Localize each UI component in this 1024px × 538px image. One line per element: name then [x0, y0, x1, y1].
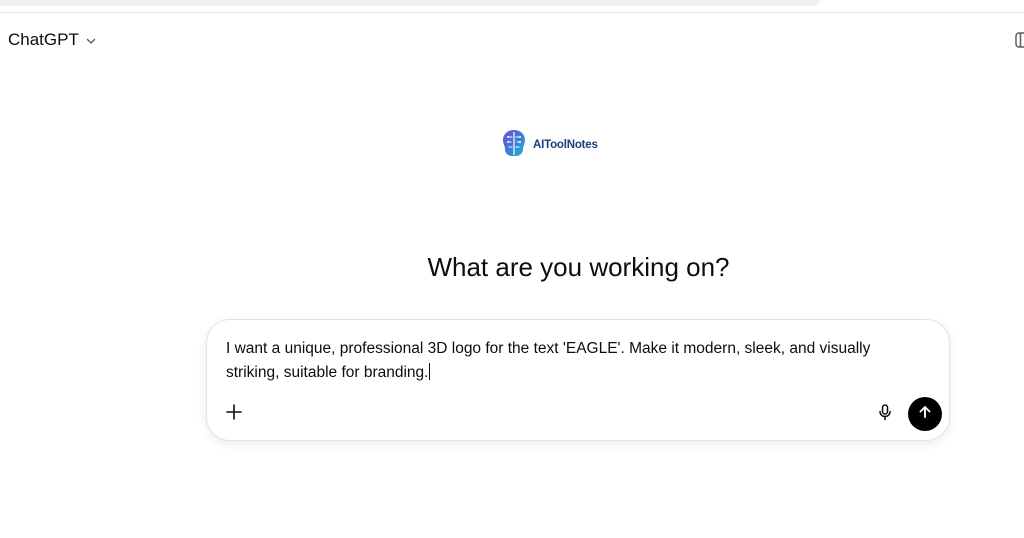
prompt-input[interactable]: I want a unique, professional 3D logo fo… — [226, 337, 916, 385]
microphone-icon — [876, 403, 894, 426]
page-heading: What are you working on? — [427, 252, 730, 282]
arrow-up-icon — [917, 404, 933, 425]
voice-input-button[interactable] — [874, 403, 896, 425]
prompt-composer: I want a unique, professional 3D logo fo… — [206, 319, 950, 441]
brain-icon — [499, 127, 529, 164]
text-caret — [429, 363, 431, 380]
model-name: ChatGPT — [8, 30, 79, 49]
address-bar[interactable] — [0, 0, 820, 6]
model-selector[interactable]: ChatGPT — [8, 29, 97, 51]
logo-text: AIToolNotes — [533, 139, 598, 151]
plus-icon — [225, 403, 243, 426]
add-attachment-button[interactable] — [223, 403, 245, 425]
sidebar-toggle-icon[interactable] — [1014, 31, 1024, 49]
chat-page: ChatGPT AIToolNotes What are you working… — [0, 0, 1024, 538]
watermark-logo: AIToolNotes — [499, 128, 598, 162]
prompt-text: I want a unique, professional 3D logo fo… — [226, 340, 871, 381]
send-button[interactable] — [908, 397, 942, 431]
chevron-down-icon — [85, 34, 97, 46]
browser-top-strip — [0, 0, 1024, 13]
